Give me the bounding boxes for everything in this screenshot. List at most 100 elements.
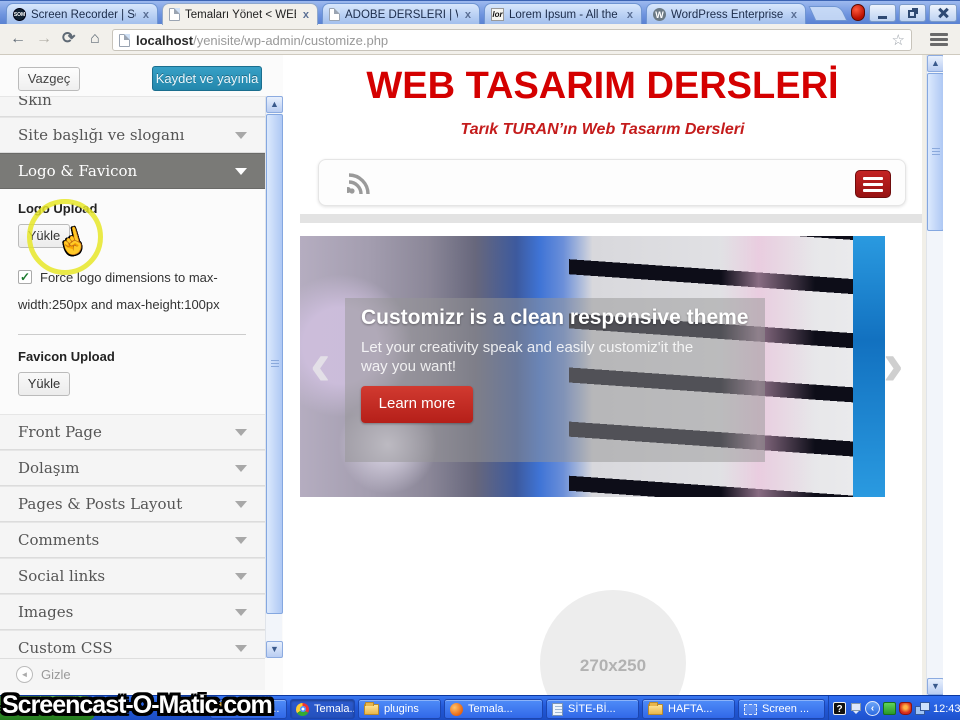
tab-wordpress[interactable]: W WordPress Enterprise Ho x bbox=[646, 3, 806, 25]
updates-tray-icon[interactable] bbox=[849, 702, 862, 715]
learn-more-button[interactable]: Learn more bbox=[361, 386, 473, 423]
section-label: Logo & Favicon bbox=[18, 162, 138, 180]
new-tab-button[interactable] bbox=[808, 6, 848, 21]
menu-toggle-icon[interactable] bbox=[855, 170, 891, 198]
chevron-down-icon bbox=[235, 167, 247, 175]
lorem-favicon-icon: lor bbox=[491, 8, 504, 21]
preview-scrollbar[interactable]: ▲ ▼ bbox=[926, 55, 943, 695]
tab-adobe-dersleri[interactable]: ADOBE DERSLERİ | WEB x bbox=[322, 3, 480, 25]
security-tray-icon[interactable] bbox=[899, 702, 912, 715]
taskbar-button-hafta[interactable]: HAFTA... bbox=[642, 699, 735, 719]
system-tray: ? ‹ 12:43 bbox=[828, 696, 960, 720]
section-social-links[interactable]: Social links bbox=[0, 558, 265, 594]
site-tagline: Tarık TURAN’ın Web Tasarım Dersleri bbox=[460, 121, 745, 138]
collapse-arrow-icon[interactable]: ◄ bbox=[16, 666, 33, 683]
network-tray-icon[interactable] bbox=[915, 702, 930, 715]
taskbar-button-screen[interactable]: Screen ... bbox=[738, 699, 825, 719]
collapse-label[interactable]: Gizle bbox=[41, 667, 71, 682]
taskbar-button-site[interactable]: SİTE-Bİ... bbox=[546, 699, 639, 719]
tab-screen-recorder[interactable]: SOM Screen Recorder | Scree x bbox=[6, 3, 158, 25]
section-label: Social links bbox=[18, 567, 106, 585]
taskbar-button-label: Temala... bbox=[468, 703, 513, 715]
minimize-button[interactable] bbox=[869, 4, 896, 22]
chevron-down-icon bbox=[235, 608, 247, 616]
favicon-upload-button[interactable]: Yükle bbox=[18, 372, 70, 396]
section-dolasim[interactable]: Dolaşım bbox=[0, 450, 265, 486]
chrome-icon bbox=[296, 702, 309, 716]
folder-icon bbox=[648, 701, 663, 715]
site-title: WEB TASARIM DERSLERİ bbox=[366, 65, 839, 107]
customizer-header: Vazgeç Kaydet ve yayınla bbox=[0, 55, 283, 96]
section-comments[interactable]: Comments bbox=[0, 522, 265, 558]
slide-heading: Customizr is a clean responsive theme bbox=[361, 306, 749, 329]
section-label: Dolaşım bbox=[18, 459, 80, 477]
carousel-prev-icon[interactable]: ‹ bbox=[310, 334, 331, 396]
chevron-down-icon bbox=[235, 464, 247, 472]
url-domain: localhost bbox=[136, 32, 194, 48]
page-favicon-icon bbox=[169, 8, 180, 21]
carousel-next-icon[interactable]: › bbox=[883, 334, 904, 396]
section-skin[interactable]: Skin bbox=[0, 96, 265, 117]
section-label: Site başlığı ve sloganı bbox=[18, 126, 185, 144]
section-front-page[interactable]: Front Page bbox=[0, 414, 265, 450]
taskbar-button-firefox[interactable]: Temala... bbox=[444, 699, 543, 719]
tab-label: Temaları Yönet < WEB TA bbox=[185, 8, 296, 21]
taskbar-button-chrome[interactable]: Temala... bbox=[290, 699, 355, 719]
reload-icon[interactable]: ⟳ bbox=[62, 29, 75, 49]
tab-close-icon[interactable]: x bbox=[789, 9, 799, 21]
tab-temalari-yonet[interactable]: Temaları Yönet < WEB TA x bbox=[162, 3, 318, 25]
restore-button[interactable] bbox=[899, 4, 926, 22]
image-placeholder: 270x250 bbox=[540, 590, 686, 695]
close-button[interactable] bbox=[929, 4, 957, 22]
wordpress-favicon-icon: W bbox=[653, 8, 666, 21]
chrome-menu-icon[interactable] bbox=[928, 31, 950, 48]
scroll-down-icon[interactable]: ▼ bbox=[266, 641, 283, 658]
desktop: SOM Screen Recorder | Scree x Temaları Y… bbox=[0, 0, 960, 720]
force-dimensions-checkbox[interactable]: ✓ bbox=[18, 270, 32, 284]
tab-close-icon[interactable]: x bbox=[301, 9, 311, 21]
section-label: Pages & Posts Layout bbox=[18, 495, 183, 513]
cancel-button[interactable]: Vazgeç bbox=[18, 67, 80, 91]
customizer-sidebar: Vazgeç Kaydet ve yayınla Skin Site başlı… bbox=[0, 55, 283, 695]
folder-icon bbox=[364, 701, 379, 715]
tab-label: Screen Recorder | Scree bbox=[31, 8, 136, 21]
save-publish-button[interactable]: Kaydet ve yayınla bbox=[152, 66, 262, 91]
section-label: Comments bbox=[18, 531, 100, 549]
scroll-up-icon[interactable]: ▲ bbox=[927, 55, 943, 72]
section-custom-css[interactable]: Custom CSS bbox=[0, 630, 265, 658]
taskbar-button-plugins[interactable]: plugins bbox=[358, 699, 441, 719]
section-logo-favicon[interactable]: Logo & Favicon bbox=[0, 153, 265, 189]
forward-icon[interactable]: → bbox=[36, 29, 52, 49]
chevron-down-icon bbox=[235, 131, 247, 139]
section-site-title-tagline[interactable]: Site başlığı ve sloganı bbox=[0, 117, 265, 153]
site-preview: WEB TASARIM DERSLERİ Tarık TURAN’ın Web … bbox=[283, 55, 943, 695]
section-pages-posts-layout[interactable]: Pages & Posts Layout bbox=[0, 486, 265, 522]
recording-indicator-icon bbox=[851, 4, 865, 21]
section-images[interactable]: Images bbox=[0, 594, 265, 630]
home-icon[interactable]: ⌂ bbox=[90, 29, 100, 49]
customizer-footer: ◄ Gizle bbox=[0, 658, 265, 690]
taskbar-button-label: Temala... bbox=[314, 703, 355, 715]
screencast-favicon-icon: SOM bbox=[13, 8, 26, 21]
address-bar[interactable]: localhost/yenisite/wp-admin/customize.ph… bbox=[112, 29, 912, 51]
tab-close-icon[interactable]: x bbox=[463, 9, 473, 21]
scroll-up-icon[interactable]: ▲ bbox=[266, 96, 283, 113]
back-icon[interactable]: ← bbox=[10, 29, 26, 49]
tab-close-icon[interactable]: x bbox=[625, 9, 635, 21]
taskbar-button-label: plugins bbox=[384, 703, 419, 715]
page-favicon-icon bbox=[329, 8, 340, 21]
scrollbar-thumb[interactable] bbox=[927, 73, 943, 231]
tab-label: WordPress Enterprise Ho bbox=[671, 8, 784, 21]
help-tray-icon[interactable]: ? bbox=[833, 702, 846, 715]
bookmark-star-icon[interactable]: ☆ bbox=[892, 31, 905, 49]
recorder-tray-icon[interactable] bbox=[883, 702, 896, 715]
scroll-down-icon[interactable]: ▼ bbox=[927, 678, 943, 695]
tab-close-icon[interactable]: x bbox=[141, 9, 151, 21]
sidebar-scrollbar[interactable]: ▲ ▼ bbox=[265, 96, 283, 658]
slide-caption-box: Customizr is a clean responsive theme Le… bbox=[345, 298, 765, 462]
rss-icon[interactable] bbox=[347, 172, 371, 196]
tab-lorem-ipsum[interactable]: lor Lorem Ipsum - All the fac x bbox=[484, 3, 642, 25]
tray-chevron-icon[interactable]: ‹ bbox=[865, 701, 880, 716]
scrollbar-thumb[interactable] bbox=[266, 114, 283, 614]
slide-text: Let your creativity speak and easily cus… bbox=[361, 339, 694, 375]
